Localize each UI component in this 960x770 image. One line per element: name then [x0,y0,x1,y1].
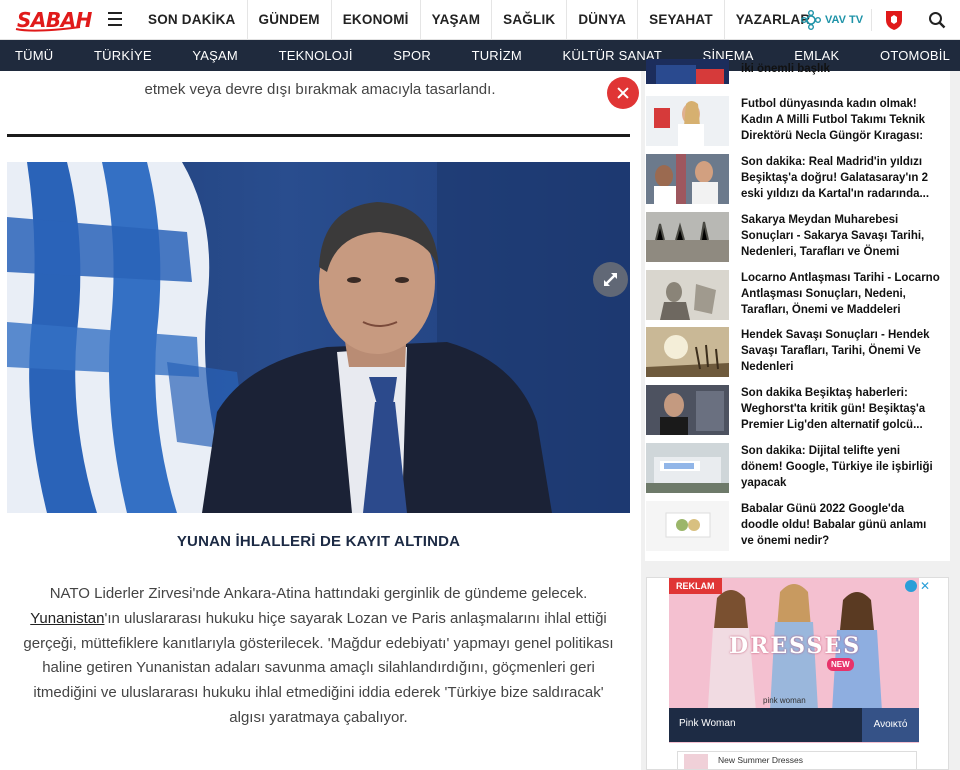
article-photo[interactable] [7,162,630,513]
news-item[interactable]: Son dakika Beşiktaş haberleri: Weghorst'… [645,385,950,439]
tff-crest-icon[interactable] [884,9,904,31]
section-title: YUNAN İHLALLERİ DE KAYIT ALTINDA [176,533,461,550]
site-logo[interactable]: SABAH [14,5,92,35]
news-item[interactable]: Futbol dünyasında kadın olmak! Kadın A M… [645,96,950,150]
news-item[interactable]: Son dakika: Real Madrid'in yıldızı Beşik… [645,154,950,208]
news-title[interactable]: Hendek Savaşı Sonuçları - Hendek Savaşı … [741,327,941,375]
news-thumbnail[interactable] [646,212,729,262]
ad-advertiser: Pink Woman [679,718,736,729]
close-button[interactable] [607,77,639,109]
photo-illustration [7,162,630,513]
nav-item[interactable]: YAŞAM [421,0,493,40]
vav-tv-link[interactable]: VAV TV [800,9,873,31]
news-thumbnail[interactable] [646,443,729,493]
ad-headline: DRESSES [729,633,862,659]
news-thumbnail[interactable] [646,154,729,204]
section-divider [7,134,630,137]
news-item[interactable]: Son dakika: Dijital telifte yeni dönem! … [645,443,950,497]
news-title[interactable]: Futbol dünyasında kadın olmak! Kadın A M… [741,96,941,144]
yunanistan-link[interactable]: Yunanistan [30,610,104,627]
search-icon[interactable] [928,11,946,29]
logo-text: SABAH [17,8,92,32]
news-title[interactable]: Babalar Günü 2022 Google'da doodle oldu!… [741,501,941,549]
sidebar: iki önemli başlık Futbol dünyasında kadın… [641,59,960,770]
ad-bottom-thumbnail [684,754,708,769]
news-item[interactable]: Sakarya Meydan Muharebesi Sonuçları - Sa… [645,212,950,266]
nav-item[interactable]: SON DAKİKA [137,0,248,40]
page: SABAH SON DAKİKA GÜNDEM EKONOMİ YAŞAM SAĞLIK… [0,0,960,770]
menu-icon[interactable] [108,12,124,26]
ad-cta-button[interactable]: Ανοικτό [862,708,919,742]
news-title[interactable]: Locarno Antlaşması Tarihi - Locarno Antl… [741,270,941,318]
news-thumbnail[interactable] [646,385,729,435]
ad-close-icon[interactable]: ✕ [919,580,931,592]
previous-paragraph-cut [20,57,620,69]
nav-item[interactable]: GÜNDEM [248,0,332,40]
top-header: SABAH SON DAKİKA GÜNDEM EKONOMİ YAŞAM SAĞLIK… [0,0,960,40]
paragraph-text-part2: 'ın uluslararası hukuku hiçe sayarak Loz… [23,609,614,726]
nav-item[interactable]: EKONOMİ [332,0,421,40]
ad-bottom-strip[interactable]: New Summer Dresses [677,751,917,770]
news-thumbnail[interactable] [646,270,729,320]
ad-badge: REKLAM [669,578,722,594]
ad-info-icon[interactable] [905,580,917,592]
main-nav: SON DAKİKA GÜNDEM EKONOMİ YAŞAM SAĞLIK DÜNYA S… [137,0,821,40]
news-item[interactable]: Babalar Günü 2022 Google'da doodle oldu!… [645,501,950,555]
ad-new-label: NEW [827,658,854,671]
vav-tv-label: VAV TV [825,14,864,26]
ad-brand-small: pink woman [763,696,806,705]
news-title[interactable]: iki önemli başlık [741,61,941,77]
nav-item[interactable]: SEYAHAT [638,0,725,40]
news-thumbnail[interactable] [646,501,729,551]
news-thumbnail[interactable] [646,327,729,377]
previous-paragraph-end: etmek veya devre dışı bırakmak amacıyla … [144,81,496,98]
ad-bottom-text: New Summer Dresses [718,755,804,765]
news-item[interactable]: Hendek Savaşı Sonuçları - Hendek Savaşı … [645,327,950,381]
news-thumbnail[interactable] [646,96,729,146]
article-paragraph: NATO Liderler Zirvesi'nde Ankara-Atina h… [20,582,617,731]
news-title[interactable]: Sakarya Meydan Muharebesi Sonuçları - Sa… [741,212,941,260]
news-title[interactable]: Son dakika: Real Madrid'in yıldızı Beşik… [741,154,941,202]
news-list: iki önemli başlık Futbol dünyasında kadın… [645,59,950,561]
nav-item[interactable]: SAĞLIK [492,0,568,40]
ad-footer[interactable]: Pink Woman Ανοικτό [669,708,919,742]
expand-icon [604,273,617,286]
news-title[interactable]: Son dakika Beşiktaş haberleri: Weghorst'… [741,385,941,433]
nav-item[interactable]: DÜNYA [567,0,639,40]
news-title[interactable]: Son dakika: Dijital telifte yeni dönem! … [741,443,941,491]
paragraph-text-part1: NATO Liderler Zirvesi'nde Ankara-Atina h… [49,585,588,602]
news-item[interactable]: Locarno Antlaşması Tarihi - Locarno Antl… [645,270,950,324]
vav-tv-icon [801,10,821,30]
article-column: etmek veya devre dışı bırakmak amacıyla … [0,71,640,770]
news-thumbnail[interactable] [646,59,729,84]
